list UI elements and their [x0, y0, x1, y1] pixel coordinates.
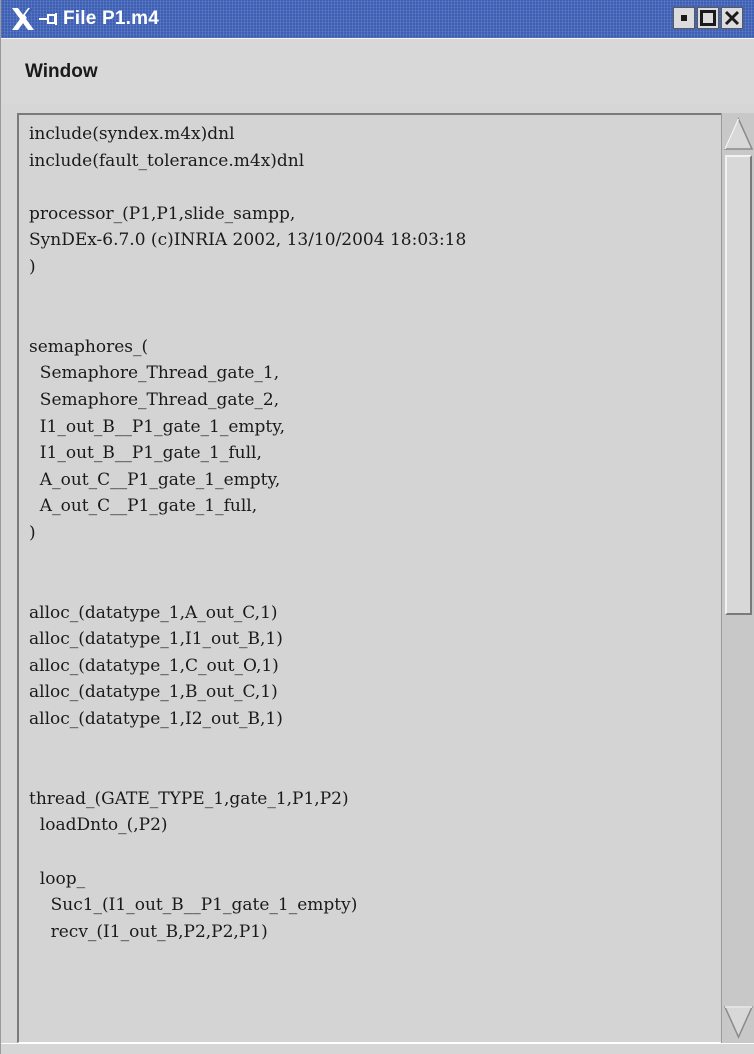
window-bottom-edge	[1, 1043, 754, 1054]
code-line: loop_	[29, 868, 86, 889]
code-line: alloc_(datatype_1,I2_out_B,1)	[29, 709, 283, 730]
code-line: Semaphore_Thread_gate_1,	[29, 363, 280, 384]
code-line: alloc_(datatype_1,C_out_O,1)	[29, 655, 279, 676]
code-line: A_out_C__P1_gate_1_empty,	[29, 469, 281, 490]
code-line: thread_(GATE_TYPE_1,gate_1,P1,P2)	[29, 788, 349, 809]
code-text-area[interactable]: include(syndex.m4x)dnl include(fault_tole…	[17, 113, 721, 1043]
code-line: alloc_(datatype_1,A_out_C,1)	[29, 602, 278, 623]
minimize-button[interactable]	[673, 7, 695, 29]
code-line: semaphores_(	[29, 336, 149, 357]
vertical-scrollbar[interactable]	[721, 113, 754, 1043]
code-line: I1_out_B__P1_gate_1_full,	[29, 443, 262, 464]
window-title: File P1.m4	[63, 8, 159, 29]
menu-window[interactable]: Window	[25, 61, 98, 83]
code-line: )	[29, 256, 36, 277]
code-line: Semaphore_Thread_gate_2,	[29, 389, 280, 410]
code-line: loadDnto_(,P2)	[29, 815, 168, 836]
pin-icon[interactable]	[37, 8, 59, 30]
code-content: include(syndex.m4x)dnl include(fault_tole…	[29, 121, 466, 945]
close-icon	[724, 10, 740, 26]
close-button[interactable]	[721, 7, 743, 29]
code-line: Suc1_(I1_out_B__P1_gate_1_empty)	[29, 895, 358, 916]
scroll-up-arrow-icon[interactable]	[723, 115, 754, 153]
code-line: )	[29, 522, 36, 543]
title-bar[interactable]: File P1.m4	[1, 0, 754, 38]
menu-bar: Window	[1, 38, 754, 104]
code-line: alloc_(datatype_1,B_out_C,1)	[29, 682, 278, 703]
scrollbar-thumb[interactable]	[725, 155, 752, 615]
application-window: File P1.m4 Window include(syndex.m4x)dnl…	[0, 0, 754, 1054]
code-line: processor_(P1,P1,slide_sampp,	[29, 203, 296, 224]
code-line: recv_(I1_out_B,P2,P2,P1)	[29, 921, 268, 942]
x-logo-icon[interactable]	[9, 5, 37, 33]
code-line: include(fault_tolerance.m4x)dnl	[29, 150, 305, 171]
maximize-button[interactable]	[697, 7, 719, 29]
scroll-down-arrow-icon[interactable]	[723, 1003, 754, 1041]
code-line: A_out_C__P1_gate_1_full,	[29, 496, 258, 517]
code-line: I1_out_B__P1_gate_1_empty,	[29, 416, 285, 437]
code-line: include(syndex.m4x)dnl	[29, 124, 235, 144]
maximize-icon	[700, 10, 716, 26]
code-line: SynDEx-6.7.0 (c)INRIA 2002, 13/10/2004 1…	[29, 230, 467, 251]
minimize-icon	[681, 15, 687, 21]
code-line: alloc_(datatype_1,I1_out_B,1)	[29, 629, 283, 650]
